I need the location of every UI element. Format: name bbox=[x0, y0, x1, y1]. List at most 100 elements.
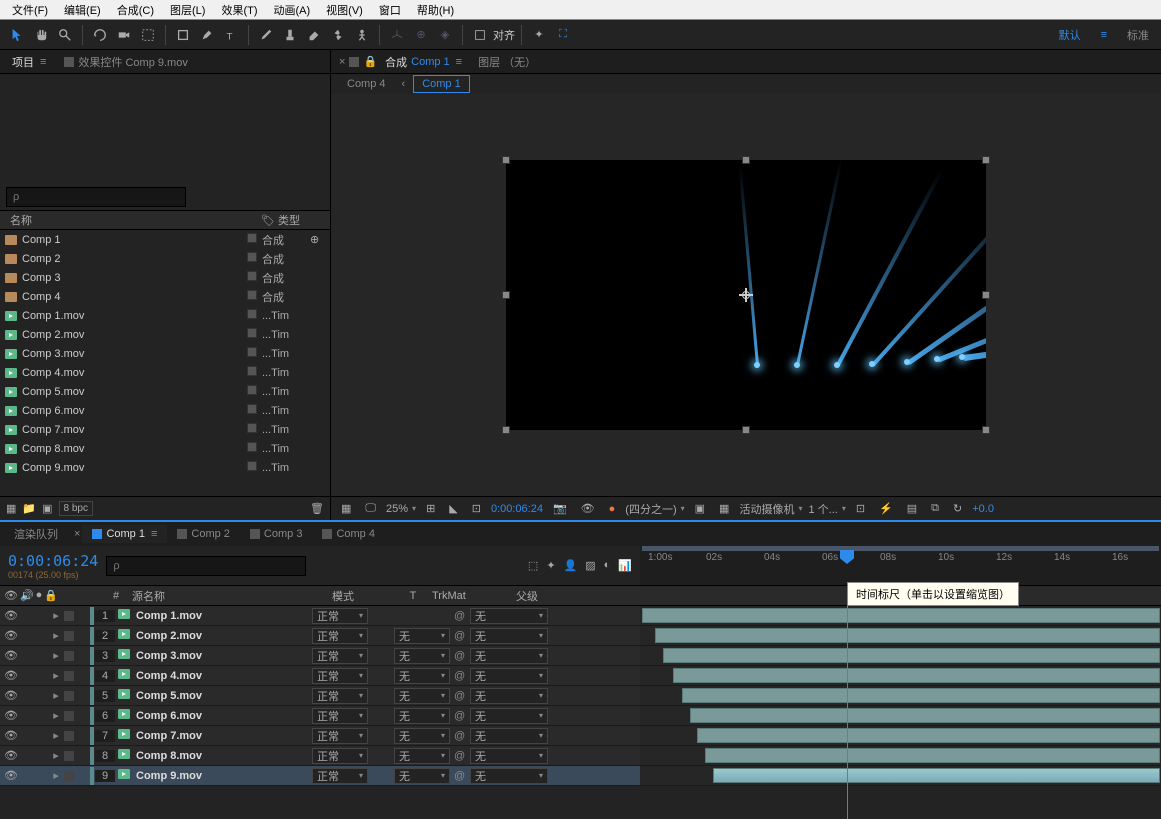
project-item[interactable]: Comp 6.mov ...Tim bbox=[0, 401, 330, 420]
graph-editor-icon[interactable]: 📊 bbox=[618, 559, 632, 572]
timecode-display[interactable]: 0:00:06:24 bbox=[8, 552, 98, 570]
project-column-header[interactable]: 名称 🏷 类型 bbox=[0, 210, 330, 230]
expand-icon[interactable]: ▸ bbox=[50, 729, 62, 742]
anchor-point-icon[interactable] bbox=[739, 288, 753, 302]
zoom-dropdown[interactable]: 25% bbox=[386, 503, 416, 515]
pickwhip-icon[interactable]: @ bbox=[454, 690, 470, 702]
layer-row[interactable]: 👁▸ 1 Comp 1.mov 正常 @ 无 bbox=[0, 606, 1161, 626]
blend-mode-dropdown[interactable]: 正常 bbox=[312, 748, 368, 764]
resize-handle[interactable] bbox=[502, 291, 510, 299]
exposure-value[interactable]: +0.0 bbox=[972, 503, 994, 515]
layer-bar[interactable] bbox=[663, 648, 1160, 663]
layer-color[interactable] bbox=[90, 607, 94, 625]
mask-toggle-icon[interactable]: ◣ bbox=[445, 501, 461, 516]
trkmat-dropdown[interactable]: 无 bbox=[394, 748, 450, 764]
expand-icon[interactable]: ▸ bbox=[50, 749, 62, 762]
resolution-dropdown[interactable]: (四分之一) bbox=[625, 501, 684, 517]
parent-dropdown[interactable]: 无 bbox=[470, 648, 548, 664]
resize-handle[interactable] bbox=[502, 426, 510, 434]
tab-render-queue[interactable]: 渲染队列 bbox=[4, 523, 68, 545]
layer-bar[interactable] bbox=[713, 768, 1160, 783]
blend-mode-dropdown[interactable]: 正常 bbox=[312, 608, 368, 624]
layer-row[interactable]: 👁▸ 4 Comp 4.mov 正常 无 @ 无 bbox=[0, 666, 1161, 686]
views-dropdown[interactable]: 1 个... bbox=[808, 501, 845, 517]
target-icon[interactable]: ⛶ bbox=[552, 24, 574, 46]
bpc-button[interactable]: 8 bpc bbox=[59, 501, 93, 516]
pickwhip-icon[interactable]: @ bbox=[454, 630, 470, 642]
pickwhip-icon[interactable]: @ bbox=[454, 610, 470, 622]
close-icon[interactable]: × bbox=[74, 528, 80, 540]
comp-mini-flowchart-icon[interactable]: ⬚ bbox=[528, 559, 538, 572]
workspace-standard[interactable]: 标准 bbox=[1121, 25, 1155, 45]
pickwhip-icon[interactable]: @ bbox=[454, 770, 470, 782]
grid-icon[interactable]: ⊡ bbox=[468, 501, 485, 516]
menu-item[interactable]: 视图(V) bbox=[318, 0, 371, 20]
trkmat-dropdown[interactable]: 无 bbox=[394, 728, 450, 744]
channel-icon[interactable]: ● bbox=[605, 502, 620, 516]
project-item[interactable]: Comp 8.mov ...Tim bbox=[0, 439, 330, 458]
resize-handle[interactable] bbox=[742, 426, 750, 434]
blend-mode-dropdown[interactable]: 正常 bbox=[312, 708, 368, 724]
trkmat-dropdown[interactable]: 无 bbox=[394, 708, 450, 724]
project-item[interactable]: Comp 4 合成 bbox=[0, 287, 330, 306]
project-item[interactable]: Comp 3 合成 bbox=[0, 268, 330, 287]
menu-item[interactable]: 效果(T) bbox=[213, 0, 265, 20]
panel-menu-icon[interactable]: ≡ bbox=[40, 56, 46, 68]
always-preview-icon[interactable]: ▦ bbox=[337, 501, 355, 516]
parent-dropdown[interactable]: 无 bbox=[470, 668, 548, 684]
local-axis-icon[interactable] bbox=[386, 24, 408, 46]
reset-exposure-icon[interactable]: ↻ bbox=[949, 501, 966, 516]
project-item[interactable]: Comp 2 合成 bbox=[0, 249, 330, 268]
camera-tool[interactable] bbox=[113, 24, 135, 46]
snap-label[interactable]: 对齐 bbox=[493, 27, 515, 43]
playhead-line[interactable] bbox=[847, 606, 848, 819]
workspace-default[interactable]: 默认 bbox=[1053, 25, 1087, 45]
roi-icon[interactable]: ▣ bbox=[691, 501, 709, 516]
resize-handle[interactable] bbox=[982, 291, 990, 299]
layer-color[interactable] bbox=[90, 727, 94, 745]
trkmat-dropdown[interactable]: 无 bbox=[394, 628, 450, 644]
workspace-menu-icon[interactable]: ≡ bbox=[1095, 27, 1113, 43]
rect-tool[interactable] bbox=[172, 24, 194, 46]
eye-icon[interactable]: 👁 bbox=[4, 689, 16, 702]
snap-box-icon[interactable] bbox=[469, 24, 491, 46]
layer-bar[interactable] bbox=[655, 628, 1160, 643]
text-tool[interactable]: T bbox=[220, 24, 242, 46]
project-item[interactable]: Comp 9.mov ...Tim bbox=[0, 458, 330, 477]
project-item[interactable]: Comp 1 合成 ⊕ bbox=[0, 230, 330, 249]
layer-color[interactable] bbox=[90, 687, 94, 705]
transparency-icon[interactable]: ▦ bbox=[715, 501, 733, 516]
layer-row[interactable]: 👁▸ 2 Comp 2.mov 正常 无 @ 无 bbox=[0, 626, 1161, 646]
layer-row[interactable]: 👁▸ 5 Comp 5.mov 正常 无 @ 无 bbox=[0, 686, 1161, 706]
pickwhip-icon[interactable]: @ bbox=[454, 650, 470, 662]
expand-icon[interactable]: ▸ bbox=[50, 649, 62, 662]
view-axis-icon[interactable]: ◈ bbox=[434, 24, 456, 46]
parent-dropdown[interactable]: 无 bbox=[470, 628, 548, 644]
blend-mode-dropdown[interactable]: 正常 bbox=[312, 768, 368, 784]
project-item[interactable]: Comp 7.mov ...Tim bbox=[0, 420, 330, 439]
layer-bar[interactable] bbox=[690, 708, 1160, 723]
trkmat-dropdown[interactable]: 无 bbox=[394, 648, 450, 664]
timeline-tab[interactable]: Comp 4 bbox=[312, 525, 385, 543]
pickwhip-icon[interactable]: @ bbox=[454, 670, 470, 682]
motion-blur-icon[interactable]: ◐ bbox=[604, 559, 611, 572]
expand-icon[interactable]: ▸ bbox=[50, 769, 62, 782]
pickwhip-icon[interactable]: @ bbox=[454, 750, 470, 762]
project-item[interactable]: Comp 2.mov ...Tim bbox=[0, 325, 330, 344]
pen-tool[interactable] bbox=[196, 24, 218, 46]
menu-item[interactable]: 动画(A) bbox=[266, 0, 319, 20]
safe-zones-icon[interactable]: ⊞ bbox=[422, 501, 439, 516]
eye-icon[interactable]: 👁 bbox=[4, 669, 16, 682]
parent-dropdown[interactable]: 无 bbox=[470, 768, 548, 784]
trkmat-dropdown[interactable]: 无 bbox=[394, 688, 450, 704]
timeline-tab[interactable]: Comp 3 bbox=[240, 525, 313, 543]
eye-icon[interactable]: 👁 bbox=[4, 609, 16, 622]
pixel-aspect-icon[interactable]: ⊡ bbox=[852, 501, 869, 516]
layer-row[interactable]: 👁▸ 6 Comp 6.mov 正常 无 @ 无 bbox=[0, 706, 1161, 726]
expand-icon[interactable]: ▸ bbox=[50, 689, 62, 702]
breadcrumb-comp4[interactable]: Comp 4 bbox=[339, 76, 394, 92]
current-time[interactable]: 0:00:06:24 bbox=[491, 503, 543, 515]
trkmat-dropdown[interactable]: 无 bbox=[394, 768, 450, 784]
pan-behind-tool[interactable] bbox=[137, 24, 159, 46]
layer-color[interactable] bbox=[90, 667, 94, 685]
